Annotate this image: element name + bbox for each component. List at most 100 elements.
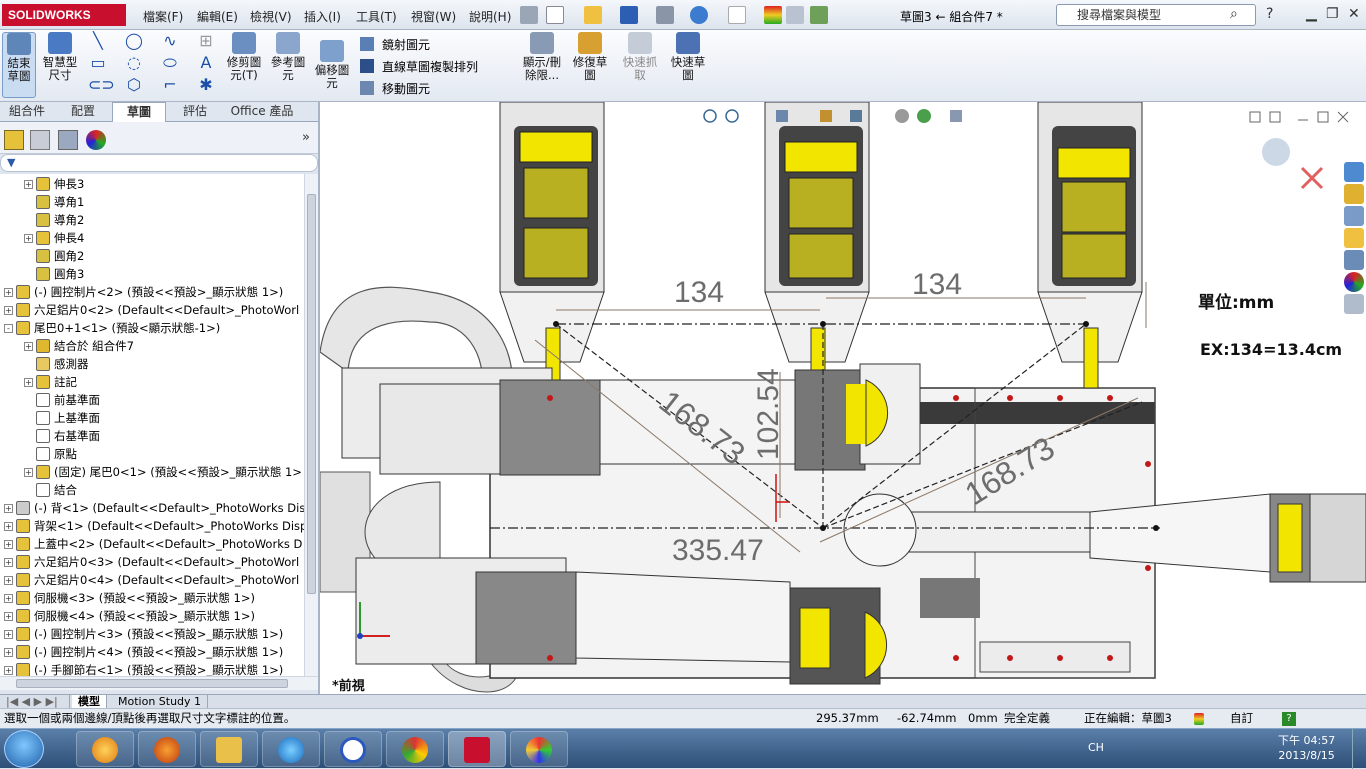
expand-toggle-icon[interactable]: + — [4, 306, 13, 315]
view-orientation-icon[interactable] — [820, 110, 832, 122]
note-example[interactable]: EX:134=13.4cm — [1200, 340, 1342, 359]
point-tool-icon[interactable]: ✱ — [196, 76, 216, 94]
tab-assembly[interactable]: 組合件 — [0, 102, 54, 122]
property-manager-icon[interactable] — [30, 130, 50, 150]
minimize-icon[interactable]: ▁ — [1306, 6, 1317, 22]
view-settings-icon[interactable] — [950, 110, 962, 122]
menu-window[interactable]: 視窗(W) — [411, 8, 456, 25]
tree-item[interactable]: + (-) 圓控制片<2> (預設<<預設>_顯示狀態 1>) — [4, 283, 283, 301]
text-tool-icon[interactable]: A — [196, 54, 216, 72]
tab-model[interactable]: 模型 — [72, 695, 107, 709]
solidworks-resources-icon[interactable] — [1344, 162, 1364, 182]
show-desktop-button[interactable] — [1352, 729, 1366, 769]
dimension-335-47[interactable]: 335.47 — [672, 534, 764, 567]
tree-item[interactable]: + (-) 圓控制片<4> (預設<<預設>_顯示狀態 1>) — [4, 643, 283, 661]
view-palette-icon[interactable] — [1344, 250, 1364, 270]
tree-item[interactable]: 前基準面 — [24, 391, 100, 409]
mirror-entities-button[interactable]: 鏡射圖元 — [360, 36, 430, 53]
cancel-corner-icon[interactable] — [1300, 166, 1324, 190]
rebuild-status-icon[interactable] — [1194, 713, 1204, 725]
menu-edit[interactable]: 編輯(E) — [197, 8, 238, 25]
expand-toggle-icon[interactable]: + — [24, 342, 33, 351]
menu-help[interactable]: 說明(H) — [469, 8, 511, 25]
graphics-area[interactable]: 134 134 168.73 102.54 168.73 335.47 單位:m… — [320, 102, 1366, 694]
quick-snaps-button[interactable]: 快速抓取 — [620, 32, 660, 82]
tab-evaluate[interactable]: 評估 — [168, 102, 222, 122]
tree-item[interactable]: + 伸長4 — [24, 229, 84, 247]
expand-panel-icon[interactable]: » — [302, 130, 310, 145]
tree-item[interactable]: - 尾巴0+1<1> (預設<顯示狀態-1>) — [4, 319, 220, 337]
rectangle-tool-icon[interactable]: ▭ — [88, 54, 108, 72]
tree-item[interactable]: 右基準面 — [24, 427, 100, 445]
tree-item[interactable]: + (-) 背<1> (Default<<Default>_PhotoWorks … — [4, 499, 304, 517]
file-explorer-icon[interactable] — [1344, 228, 1364, 248]
expand-toggle-icon[interactable]: + — [24, 468, 33, 477]
file-properties-icon[interactable] — [786, 6, 804, 24]
expand-toggle-icon[interactable]: + — [4, 540, 13, 549]
display-style-icon[interactable] — [850, 110, 862, 122]
dimension-134-left[interactable]: 134 — [674, 276, 724, 309]
tree-item[interactable]: + (-) 圓控制片<3> (預設<<預設>_顯示狀態 1>) — [4, 625, 283, 643]
display-manager-icon[interactable] — [86, 130, 106, 150]
tree-item[interactable]: 結合 — [24, 481, 77, 499]
tab-sketch[interactable]: 草圖 — [112, 102, 166, 122]
close-icon[interactable]: ✕ — [1348, 6, 1360, 22]
exit-sketch-corner-icon[interactable] — [1262, 138, 1290, 166]
print-icon[interactable] — [656, 6, 674, 24]
convert-entities-button[interactable]: 參考圖元 — [268, 32, 308, 82]
viewport-tile-icon[interactable] — [1249, 111, 1261, 123]
expand-toggle-icon[interactable]: + — [4, 522, 13, 531]
taskbar-clock[interactable]: 下午 04:57 2013/8/15 — [1278, 733, 1335, 763]
menu-file[interactable]: 檔案(F) — [143, 8, 183, 25]
viewport-split-icon[interactable] — [1269, 111, 1281, 123]
section-view-icon[interactable] — [776, 110, 788, 122]
tree-item[interactable]: 感測器 — [24, 355, 89, 373]
home-icon[interactable] — [1344, 184, 1364, 204]
tree-item[interactable]: + 六足鋁片0<4> (Default<<Default>_PhotoWorl — [4, 571, 299, 589]
repair-sketch-button[interactable]: 修復草圖 — [570, 32, 610, 82]
move-entities-button[interactable]: 移動圖元 — [360, 80, 430, 97]
display-delete-relations-button[interactable]: 顯示/刪除限... — [520, 32, 564, 82]
arc-tool-icon[interactable]: ◌ — [124, 54, 144, 72]
start-button-icon[interactable] — [4, 730, 44, 768]
appearance-icon[interactable] — [895, 109, 909, 123]
tree-item[interactable]: + 伸長3 — [24, 175, 84, 193]
new-document-icon[interactable] — [546, 6, 564, 24]
design-library-icon[interactable] — [1344, 206, 1364, 226]
units-selector[interactable]: 自訂 — [1230, 709, 1253, 728]
confirmation-corner[interactable] — [1262, 138, 1324, 190]
tree-item[interactable]: 圓角2 — [24, 247, 84, 265]
dimension-134-right[interactable]: 134 — [912, 268, 962, 301]
expand-toggle-icon[interactable]: + — [24, 180, 33, 189]
zoom-area-icon[interactable] — [725, 109, 739, 123]
line-tool-icon[interactable]: ╲ — [88, 32, 108, 50]
scene-icon[interactable] — [917, 109, 931, 123]
menu-insert[interactable]: 插入(I) — [304, 8, 341, 25]
restore-icon[interactable]: ❐ — [1326, 6, 1339, 22]
menu-tools[interactable]: 工具(T) — [356, 8, 397, 25]
expand-toggle-icon[interactable]: - — [4, 324, 13, 333]
help-status-icon[interactable]: ? — [1282, 712, 1296, 726]
tree-item[interactable]: + 伺服機<3> (預設<<預設>_顯示狀態 1>) — [4, 589, 255, 607]
expand-toggle-icon[interactable]: + — [4, 648, 13, 657]
expand-toggle-icon[interactable]: + — [4, 576, 13, 585]
smart-dimension-button[interactable]: 智慧型尺寸 — [40, 32, 80, 82]
taskbar-firefox[interactable] — [138, 731, 196, 767]
expand-toggle-icon[interactable]: + — [24, 234, 33, 243]
taskbar-explorer[interactable] — [200, 731, 258, 767]
tree-item[interactable]: + 上蓋中<2> (Default<<Default>_PhotoWorks D — [4, 535, 302, 553]
circle-tool-icon[interactable]: ◯ — [124, 32, 144, 50]
open-folder-icon[interactable] — [584, 6, 602, 24]
pin-icon[interactable] — [520, 6, 538, 24]
language-indicator[interactable]: CH — [1088, 741, 1104, 754]
tab-office-products[interactable]: Office 產品 — [224, 102, 300, 122]
configuration-manager-icon[interactable] — [58, 130, 78, 150]
rapid-sketch-button[interactable]: 快速草圖 — [668, 32, 708, 82]
featuremanager-tree-icon[interactable] — [4, 130, 24, 150]
trim-entities-button[interactable]: 修剪圖元(T) — [224, 32, 264, 82]
undo-icon[interactable] — [690, 6, 708, 24]
linear-pattern-button[interactable]: 直線草圖複製排列 — [360, 58, 478, 75]
rebuild-icon[interactable] — [764, 6, 782, 24]
solidworks-logo[interactable]: SOLIDWORKS — [2, 4, 126, 26]
tab-motion-study[interactable]: Motion Study 1 — [112, 695, 209, 709]
